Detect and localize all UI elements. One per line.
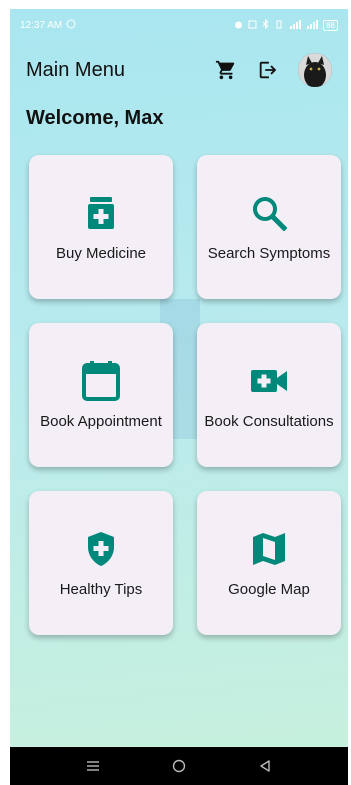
nfc-icon	[248, 20, 257, 31]
home-circle-icon[interactable]	[164, 751, 194, 781]
calendar-icon	[81, 360, 121, 401]
book-consultations-card[interactable]: Book Consultations	[197, 323, 341, 467]
card-label: Search Symptoms	[207, 244, 331, 262]
video-plus-icon	[249, 361, 289, 401]
bluetooth-icon	[262, 18, 269, 31]
cart-icon[interactable]	[214, 58, 238, 82]
phone-screen: 12:37 AM 88 Main Menu Welcome, Max Buy M…	[10, 9, 348, 785]
battery-indicator: 88	[323, 19, 338, 31]
card-label: Healthy Tips	[59, 580, 143, 598]
page-title: Main Menu	[26, 58, 125, 81]
welcome-text: Welcome, Max	[26, 107, 164, 129]
shield-plus-icon	[81, 529, 121, 569]
signal-2-icon	[306, 19, 319, 31]
status-time: 12:37 AM	[20, 19, 63, 31]
search-icon	[249, 193, 289, 233]
healthy-tips-card[interactable]: Healthy Tips	[29, 491, 173, 635]
book-appointment-card[interactable]: Book Appointment	[29, 323, 173, 467]
back-triangle-icon[interactable]	[250, 751, 280, 781]
menu-grid: Buy Medicine Search Symptoms Book Appoin…	[29, 155, 341, 635]
card-label: Book Appointment	[40, 412, 162, 430]
system-nav-bar	[10, 747, 348, 785]
card-label: Buy Medicine	[55, 244, 147, 262]
whatsapp-icon	[66, 19, 76, 32]
google-map-card[interactable]: Google Map	[197, 491, 341, 635]
medicine-bottle-icon	[81, 193, 121, 233]
app-bar: Main Menu	[10, 49, 348, 91]
menu-icon[interactable]	[78, 751, 108, 781]
vibrate-icon	[274, 20, 284, 31]
card-label: Book Consultations	[204, 412, 334, 430]
map-icon	[249, 529, 289, 569]
status-bar: 12:37 AM 88	[10, 9, 348, 41]
search-symptoms-card[interactable]: Search Symptoms	[197, 155, 341, 299]
avatar[interactable]	[298, 53, 332, 87]
logout-icon[interactable]	[256, 58, 280, 82]
card-label: Google Map	[228, 580, 310, 598]
signal-icon	[289, 19, 302, 31]
alarm-icon	[234, 20, 243, 31]
buy-medicine-card[interactable]: Buy Medicine	[29, 155, 173, 299]
